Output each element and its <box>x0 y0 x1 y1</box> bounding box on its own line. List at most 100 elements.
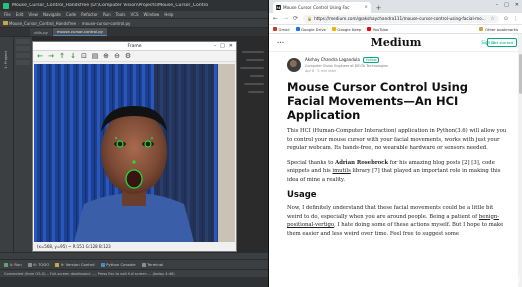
opencv-frame-window: Frame – □ ✕ ← → ↑ ↓ ⊡ ▤ ⊕ ⊖ ⚙ (x=568, y=… <box>32 41 237 252</box>
ide-status-text: Connected (from OS-0)... Full-screen das… <box>4 271 175 276</box>
bookmark-google-keep[interactable]: Google Keep <box>331 27 361 32</box>
terminal-tool-tab[interactable]: Terminal <box>141 262 164 267</box>
project-tree-row[interactable] <box>16 60 30 65</box>
editor-tabs: utils.py mouse-cursor-control.py <box>0 28 268 37</box>
new-tab-button[interactable]: + <box>374 3 383 12</box>
arrow-right-icon[interactable]: → <box>47 52 55 60</box>
close-icon[interactable]: ✕ <box>229 43 233 49</box>
webcam-image <box>34 64 235 242</box>
close-icon[interactable]: ✕ <box>515 2 519 8</box>
browser-tab-medium[interactable]: M Mouse Cursor Control Using Fac × <box>273 2 371 13</box>
minimize-icon[interactable]: – <box>214 43 217 49</box>
frame-window-title: Frame <box>127 43 142 49</box>
terminal-tool-label: Terminal <box>147 262 164 267</box>
pycharm-icon <box>3 2 9 9</box>
project-tool-button[interactable]: 1: Project <box>3 51 8 69</box>
project-tool-strip: 1: Project <box>0 37 14 252</box>
version-control-tool-tab[interactable]: 9: Version Control <box>55 262 95 267</box>
tab-close-icon[interactable]: × <box>364 5 368 10</box>
gmail-icon <box>273 27 277 31</box>
save-image-icon[interactable]: ▤ <box>91 52 99 60</box>
author-name-row: Akshay Chandra Lagandula Follow <box>305 56 388 63</box>
arrow-up-icon[interactable]: ↑ <box>58 52 66 60</box>
article-paragraph-intro: This HCI (Human-Computer Interaction) ap… <box>287 128 507 151</box>
menu-run[interactable]: Run <box>103 12 111 17</box>
breadcrumb-separator: › <box>78 20 80 26</box>
page-scrollbar[interactable] <box>518 34 522 287</box>
zoom-out-icon[interactable]: ⊖ <box>113 52 121 60</box>
youtube-icon <box>367 27 372 31</box>
chrome-menu-icon[interactable]: ⋮ <box>513 16 518 22</box>
omnibox[interactable]: 🔒 https://medium.com/@akshaychandra111/m… <box>303 14 499 23</box>
breadcrumb-file-label: mouse-cursor-control.py <box>81 20 131 26</box>
get-started-button[interactable]: Get started <box>487 38 517 47</box>
browser-tab-title: Mouse Cursor Control Using Fac <box>283 5 350 10</box>
article-title: Mouse Cursor Control Using Facial Moveme… <box>287 80 468 122</box>
menu-code[interactable]: Code <box>66 12 76 17</box>
bookmark-youtube-label: YouTube <box>372 26 389 32</box>
ide-bottom-tool-tabs: 4: Run 6: TODO 9: Version Control Python… <box>0 259 268 269</box>
menu-help[interactable]: Help <box>164 12 173 17</box>
python-console-tool-tab[interactable]: Python Console <box>100 262 136 267</box>
medium-header: ••• Medium Sign in Get started <box>269 34 522 52</box>
code-line <box>242 51 264 53</box>
project-tree-row[interactable] <box>16 53 30 58</box>
ide-status-bar: Connected (from OS-0)... Full-screen das… <box>0 269 268 277</box>
menu-refactor[interactable]: Refactor <box>81 12 98 17</box>
chrome-address-bar-row: ← → ⟳ 🔒 https://medium.com/@akshaychandr… <box>269 13 522 25</box>
menu-tools[interactable]: Tools <box>116 12 126 17</box>
breadcrumb-file[interactable]: mouse-cursor-control.py <box>82 21 131 26</box>
ide-title-bar: Mouse_Cursor_Control_Handsfree [D:\Compu… <box>0 0 268 11</box>
forward-arrow-icon[interactable]: → <box>283 15 288 22</box>
author-name[interactable]: Akshay Chandra Lagandula <box>305 57 360 62</box>
menu-view[interactable]: View <box>28 12 38 17</box>
maximize-icon[interactable]: □ <box>504 2 509 8</box>
project-tree-row[interactable] <box>16 39 30 44</box>
bookmark-google-drive[interactable]: Google Drive <box>295 27 326 32</box>
medium-menu-dots[interactable]: ••• <box>277 40 284 45</box>
extension-icon[interactable]: ⊙ <box>504 16 508 22</box>
section-heading-usage: Usage <box>287 190 317 200</box>
menu-edit[interactable]: Edit <box>16 12 24 17</box>
arrow-down-icon[interactable]: ↓ <box>69 52 77 60</box>
menu-navigate[interactable]: Navigate <box>43 12 61 17</box>
minimize-icon[interactable]: – <box>496 2 499 8</box>
chrome-tab-bar: M Mouse Cursor Control Using Fac × + – □… <box>269 0 522 13</box>
zoom-in-icon[interactable]: ⊕ <box>102 52 110 60</box>
breadcrumb-project[interactable]: Mouse_Cursor_Control_Handsfree <box>3 21 76 26</box>
run-tool-tab[interactable]: 4: Run <box>4 262 22 267</box>
todo-tool-tab[interactable]: 6: TODO <box>27 262 49 267</box>
adrian-rosebrock-link[interactable]: Adrian Rosebrock <box>335 160 388 166</box>
back-arrow-icon[interactable]: ← <box>273 15 278 22</box>
publish-date: Apr 8 · 5 min read <box>305 69 336 74</box>
ide-window-title: Mouse_Cursor_Control_Handsfree [D:\Compu… <box>12 3 209 8</box>
fit-window-icon[interactable]: ⊡ <box>80 52 88 60</box>
bookmark-gmail-label: Gmail <box>278 26 290 32</box>
menu-window[interactable]: Window <box>144 12 160 17</box>
author-bio: Computer Vision Engineer at DELTA Techno… <box>305 64 388 68</box>
other-bookmarks-label: Other bookmarks <box>484 26 518 32</box>
webcam-video-feed[interactable] <box>34 64 235 242</box>
maximize-icon[interactable]: □ <box>220 43 225 49</box>
menu-vcs[interactable]: VCS <box>130 12 138 17</box>
other-bookmarks[interactable]: Other bookmarks <box>479 27 518 32</box>
properties-icon[interactable]: ⚙ <box>124 52 132 60</box>
bookmark-gmail[interactable]: Gmail <box>273 27 290 32</box>
follow-button[interactable]: Follow <box>362 56 380 63</box>
medium-logo[interactable]: Medium <box>371 36 422 49</box>
tab-utils[interactable]: utils.py <box>30 28 52 36</box>
bookmark-youtube[interactable]: YouTube <box>367 27 388 32</box>
tab-mouse-cursor-control[interactable]: mouse-cursor-control.py <box>52 28 108 36</box>
lock-icon: 🔒 <box>307 16 313 21</box>
imutils-link[interactable]: imutils <box>332 168 350 174</box>
project-tree-row[interactable] <box>16 46 30 51</box>
author-block: Akshay Chandra Lagandula Follow Computer… <box>287 54 507 76</box>
folder-icon <box>479 27 484 31</box>
ide-menu-bar: File Edit View Navigate Code Refactor Ru… <box>0 11 268 19</box>
arrow-left-icon[interactable]: ← <box>36 52 44 60</box>
bookmark-star-icon[interactable]: ☆ <box>490 16 494 22</box>
author-avatar[interactable] <box>287 58 301 72</box>
menu-file[interactable]: File <box>4 12 11 17</box>
reload-icon[interactable]: ⟳ <box>293 15 298 22</box>
run-tool-label: 4: Run <box>9 262 22 267</box>
